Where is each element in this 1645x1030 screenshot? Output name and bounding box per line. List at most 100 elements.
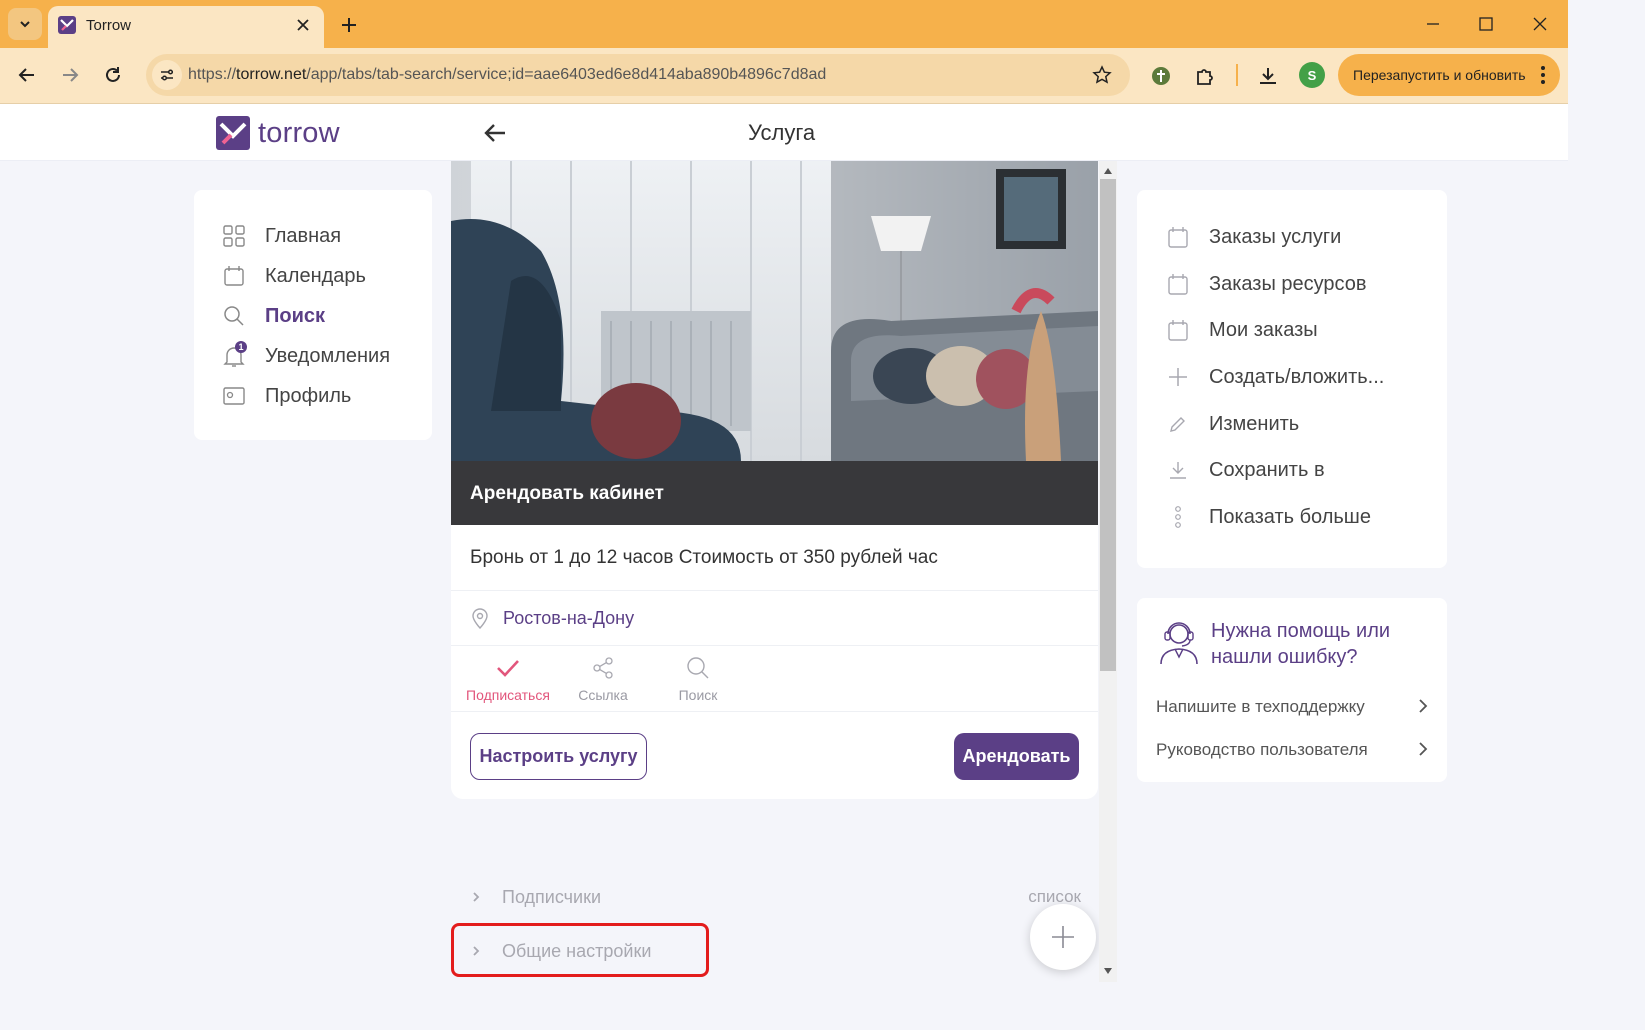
calendar-icon (1167, 318, 1189, 342)
menu-item-label: Показать больше (1209, 505, 1371, 528)
torrow-logo-icon (216, 116, 250, 150)
nav-item-label: Главная (265, 224, 342, 247)
download-icon (1167, 458, 1189, 482)
chevron-right-icon (471, 891, 491, 903)
plus-icon (1052, 926, 1074, 948)
new-tab-button[interactable] (336, 12, 362, 38)
photo-caption: Арендовать кабинет (451, 461, 1098, 525)
section-subscribers[interactable]: Подписчики список (471, 882, 1081, 912)
logo-text: torrow (258, 116, 340, 149)
share-link-action[interactable]: Ссылка (555, 653, 651, 703)
photo-caption-text: Арендовать кабинет (470, 483, 664, 504)
nav-item-home[interactable]: Главная (222, 221, 341, 251)
menu-item-save-to[interactable]: Сохранить в (1167, 455, 1325, 485)
arrow-left-icon (484, 124, 505, 142)
extensions-button[interactable] (1190, 61, 1220, 91)
browser-tab-torrow[interactable]: Torrow (48, 6, 324, 48)
nav-item-calendar[interactable]: Календарь (222, 261, 366, 291)
nav-item-search[interactable]: Поиск (222, 301, 325, 331)
menu-item-label: Мои заказы (1209, 318, 1318, 341)
chevron-down-icon (20, 21, 30, 28)
divider (451, 645, 1098, 646)
nav-item-label: Поиск (265, 304, 326, 327)
window-close-button[interactable] (1525, 10, 1555, 38)
search-icon (222, 304, 246, 328)
bookmark-button[interactable] (1090, 63, 1114, 87)
menu-item-service-orders[interactable]: Заказы услуги (1167, 222, 1341, 252)
downloads-button[interactable] (1253, 61, 1283, 91)
section-title: Подписчики (502, 886, 602, 907)
relaunch-update-button[interactable]: Перезапустить и обновить (1338, 54, 1560, 96)
browser-forward-button[interactable] (55, 60, 85, 90)
browser-tab-bar: Torrow (0, 0, 1568, 48)
chevron-right-icon (1419, 699, 1428, 713)
add-fab-button[interactable] (1030, 904, 1096, 970)
action-label: Ссылка (578, 687, 628, 703)
star-icon (1092, 65, 1112, 84)
chevron-right-icon (1419, 742, 1428, 756)
search-action[interactable]: Поиск (650, 653, 746, 703)
divider (451, 711, 1098, 712)
nav-item-profile[interactable]: Профиль (222, 381, 351, 411)
profile-avatar[interactable]: S (1299, 62, 1325, 88)
browser-back-button[interactable] (12, 60, 42, 90)
page-title: Услуга (748, 120, 816, 145)
scroll-down-arrow-icon[interactable] (1103, 967, 1113, 975)
location-text: Ростов-на-Дону (503, 607, 635, 628)
maximize-button[interactable] (1471, 10, 1501, 38)
tab-title: Torrow (86, 17, 132, 34)
service-content[interactable]: Арендовать кабинет Бронь от 1 до 12 часо… (451, 161, 1099, 982)
content-scrollbar[interactable] (1099, 161, 1117, 982)
menu-item-my-orders[interactable]: Мои заказы (1167, 315, 1318, 345)
share-icon (555, 653, 651, 683)
help-title: Нужна помощь или нашли ошибку? (1211, 620, 1391, 668)
calendar-icon (1167, 272, 1189, 296)
subscribe-action[interactable]: Подписаться (460, 653, 556, 703)
more-vertical-icon (1167, 505, 1189, 529)
extension-shield-button[interactable] (1146, 61, 1176, 91)
check-icon (460, 653, 556, 683)
puzzle-icon (1197, 69, 1213, 85)
menu-item-label: Заказы услуги (1209, 225, 1342, 248)
rent-button[interactable]: Арендовать (954, 733, 1079, 780)
torrow-logo[interactable]: torrow (216, 116, 340, 150)
tab-close-button[interactable] (292, 14, 314, 36)
calendar-icon (222, 264, 246, 288)
support-agent-icon (1160, 622, 1198, 665)
nav-item-label: Уведомления (265, 344, 391, 367)
minimize-button[interactable] (1418, 10, 1448, 38)
nav-item-label: Профиль (265, 384, 352, 407)
scroll-up-arrow-icon[interactable] (1103, 167, 1113, 175)
plus-icon (342, 18, 356, 32)
menu-item-label: Изменить (1209, 412, 1300, 435)
action-label: Поиск (678, 687, 718, 703)
configure-service-button[interactable]: Настроить услугу (470, 733, 647, 780)
menu-item-show-more[interactable]: Показать больше (1167, 502, 1371, 532)
pencil-icon (1167, 412, 1189, 436)
help-link-label: Напишите в техподдержку (1156, 697, 1365, 716)
help-link-support[interactable]: Напишите в техподдержку (1156, 694, 1428, 720)
service-location[interactable]: Ростов-на-Дону (471, 607, 634, 629)
menu-item-edit[interactable]: Изменить (1167, 409, 1299, 439)
divider (451, 590, 1098, 591)
left-navigation: Главная Календарь Поиск 1 Уведомления Пр… (194, 190, 432, 440)
reload-button[interactable] (98, 60, 128, 90)
toolbar-divider (1236, 64, 1238, 86)
help-link-user-guide[interactable]: Руководство пользователя (1156, 737, 1428, 763)
profile-card-icon (222, 384, 246, 408)
tab-search-button[interactable] (8, 8, 42, 40)
address-bar[interactable]: https://torrow.net/app/tabs/tab-search/s… (146, 54, 1130, 96)
close-icon (1533, 17, 1547, 31)
bell-icon: 1 (222, 341, 247, 368)
maximize-icon (1479, 17, 1493, 31)
service-photo[interactable]: Арендовать кабинет (451, 161, 1098, 525)
menu-item-create-attach[interactable]: Создать/вложить... (1167, 362, 1384, 392)
action-label: Подписаться (466, 687, 550, 703)
scroll-thumb[interactable] (1100, 179, 1116, 671)
nav-item-notifications[interactable]: 1 Уведомления (222, 341, 390, 371)
torrow-favicon-icon (58, 16, 76, 34)
menu-item-resource-orders[interactable]: Заказы ресурсов (1167, 269, 1367, 299)
back-button[interactable] (480, 118, 510, 148)
site-info-button[interactable] (152, 60, 182, 90)
grid-icon (222, 224, 246, 248)
